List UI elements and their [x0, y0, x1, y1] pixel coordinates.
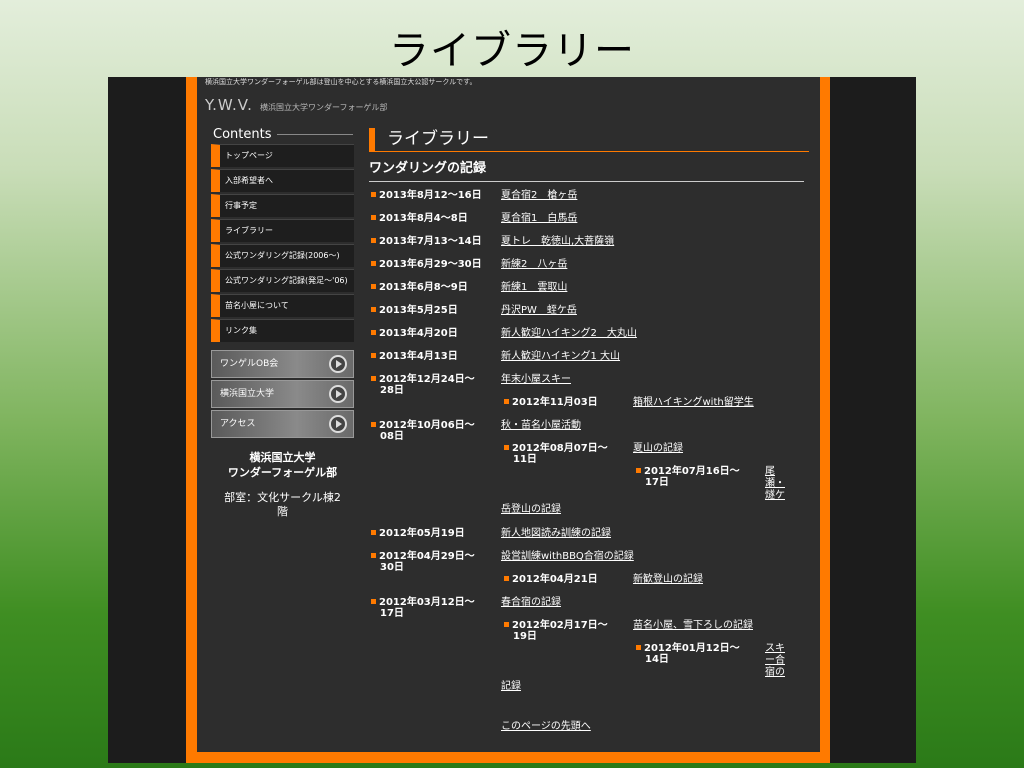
record-link[interactable]: 春合宿の記録: [501, 597, 561, 608]
banner-access[interactable]: アクセス: [211, 410, 354, 438]
logo-text: Y.W.V.: [205, 96, 253, 114]
record-link[interactable]: 尾: [765, 466, 775, 477]
sidebar-item-schedule[interactable]: 行事予定: [211, 194, 354, 217]
record-link[interactable]: 瀬・: [765, 478, 785, 489]
play-icon: [329, 385, 347, 403]
room-line: 階: [277, 505, 288, 518]
sidebar-nav: トップページ 入部希望者へ 行事予定 ライブラリー 公式ワンダリング記録(200…: [211, 144, 354, 344]
slide-title: ライブラリー: [389, 28, 635, 74]
record-link[interactable]: 新練2 八ヶ岳: [501, 259, 567, 270]
record-link[interactable]: 夏合宿2 槍ヶ岳: [501, 190, 577, 201]
record-link[interactable]: 夏トレ 乾徳山,大菩薩嶺: [501, 236, 614, 247]
room-line: 部室：文化サークル棟2: [224, 491, 341, 504]
record-date: 2013年4月13日: [371, 351, 458, 362]
record-link[interactable]: 設営訓練withBBQ合宿の記録: [501, 551, 634, 562]
banner-list: ワンゲルOB会 横浜国立大学 アクセス: [211, 350, 354, 440]
record-date-cont: 30日: [380, 562, 404, 573]
banner-label: 横浜国立大学: [220, 389, 275, 399]
record-link[interactable]: 年末小屋スキー: [501, 374, 571, 385]
record-date: 2012年08月07日～: [504, 443, 608, 454]
record-link[interactable]: 記録: [501, 681, 521, 692]
record-date: 2013年4月20日: [371, 328, 458, 339]
sidebar-item-hut[interactable]: 苗名小屋について: [211, 294, 354, 317]
record-link[interactable]: 夏合宿1 白馬岳: [501, 213, 577, 224]
contents-label: Contents: [213, 127, 272, 142]
org-name: 横浜国立大学 ワンダーフォーゲル部: [211, 450, 354, 480]
org-line: 横浜国立大学: [249, 451, 316, 464]
record-date: 2012年07月16日～: [636, 466, 740, 477]
record-date-cont: 28日: [380, 385, 404, 396]
record-date: 2012年12月24日～: [371, 374, 475, 385]
record-date: 2012年04月29日～: [371, 551, 475, 562]
site-tagline: 横浜国立大学ワンダーフォーゲル部は登山を中心とする横浜国立大公認サークルです。: [205, 78, 477, 86]
sidebar-item-library[interactable]: ライブラリー: [211, 219, 354, 242]
sidebar-item-join[interactable]: 入部希望者へ: [211, 169, 354, 192]
record-date-cont: 19日: [513, 631, 537, 642]
contents-heading: Contents: [213, 127, 353, 142]
page-title: ライブラリー: [369, 128, 809, 152]
site-logo[interactable]: Y.W.V. 横浜国立大学ワンダーフォーゲル部: [205, 95, 388, 114]
record-link[interactable]: 新人歓迎ハイキング2 大丸山: [501, 328, 637, 339]
sidebar-item-top[interactable]: トップページ: [211, 144, 354, 167]
record-date: 2012年05月19日: [371, 528, 465, 539]
record-link[interactable]: 新人地図読み訓練の記録: [501, 528, 611, 539]
record-link[interactable]: 秋・苗名小屋活動: [501, 420, 581, 431]
record-link[interactable]: 岳登山の記録: [501, 504, 561, 515]
banner-label: アクセス: [220, 419, 256, 429]
sidebar-item-links[interactable]: リンク集: [211, 319, 354, 342]
record-link[interactable]: 夏山の記録: [633, 443, 683, 454]
record-date: 2013年8月12～16日: [371, 190, 482, 201]
record-date: 2012年01月12日～: [636, 643, 740, 654]
back-to-top-link[interactable]: このページの先頭へ: [501, 717, 591, 732]
record-date-cont: 17日: [645, 477, 669, 488]
record-date: 2013年6月29～30日: [371, 259, 482, 270]
record-link[interactable]: ー合: [765, 655, 785, 666]
record-link[interactable]: 新歓登山の記録: [633, 574, 703, 585]
contents-rule: [277, 134, 353, 135]
section-title: ワンダリングの記録: [369, 160, 804, 182]
record-date: 2013年5月25日: [371, 305, 458, 316]
banner-label: ワンゲルOB会: [220, 359, 279, 369]
org-line: ワンダーフォーゲル部: [227, 466, 338, 479]
record-link[interactable]: 丹沢PW 蛭ケ岳: [501, 305, 577, 316]
record-link[interactable]: 新人歓迎ハイキング1 大山: [501, 351, 620, 362]
club-room: 部室：文化サークル棟2 階: [211, 491, 354, 519]
record-link[interactable]: 宿の: [765, 667, 785, 678]
record-date-cont: 11日: [513, 454, 537, 465]
record-link[interactable]: 新練1 雲取山: [501, 282, 567, 293]
record-date: 2012年10月06日～: [371, 420, 475, 431]
sidebar-item-records-2006[interactable]: 公式ワンダリング記録(2006～): [211, 244, 354, 267]
record-date: 2013年7月13～14日: [371, 236, 482, 247]
banner-university[interactable]: 横浜国立大学: [211, 380, 354, 408]
website-screenshot: 横浜国立大学ワンダーフォーゲル部は登山を中心とする横浜国立大公認サークルです。 …: [108, 77, 916, 763]
record-date: 2012年03月12日～: [371, 597, 475, 608]
record-date-cont: 14日: [645, 654, 669, 665]
record-date: 2013年8月4～8日: [371, 213, 468, 224]
sidebar-item-records-early[interactable]: 公式ワンダリング記録(発足～'06): [211, 269, 354, 292]
record-date: 2012年02月17日～: [504, 620, 608, 631]
record-date: 2012年04月21日: [504, 574, 598, 585]
play-icon: [329, 415, 347, 433]
record-link[interactable]: 燧ケ: [765, 490, 785, 501]
record-link[interactable]: 箱根ハイキングwith留学生: [633, 397, 754, 408]
banner-ob[interactable]: ワンゲルOB会: [211, 350, 354, 378]
record-link[interactable]: 苗名小屋、雪下ろしの記録: [633, 620, 753, 631]
record-date-cont: 17日: [380, 608, 404, 619]
play-icon: [329, 355, 347, 373]
record-date: 2012年11月03日: [504, 397, 598, 408]
record-date-cont: 08日: [380, 431, 404, 442]
logo-subtitle: 横浜国立大学ワンダーフォーゲル部: [259, 103, 388, 112]
record-date: 2013年6月8～9日: [371, 282, 468, 293]
record-link[interactable]: スキ: [765, 643, 785, 654]
